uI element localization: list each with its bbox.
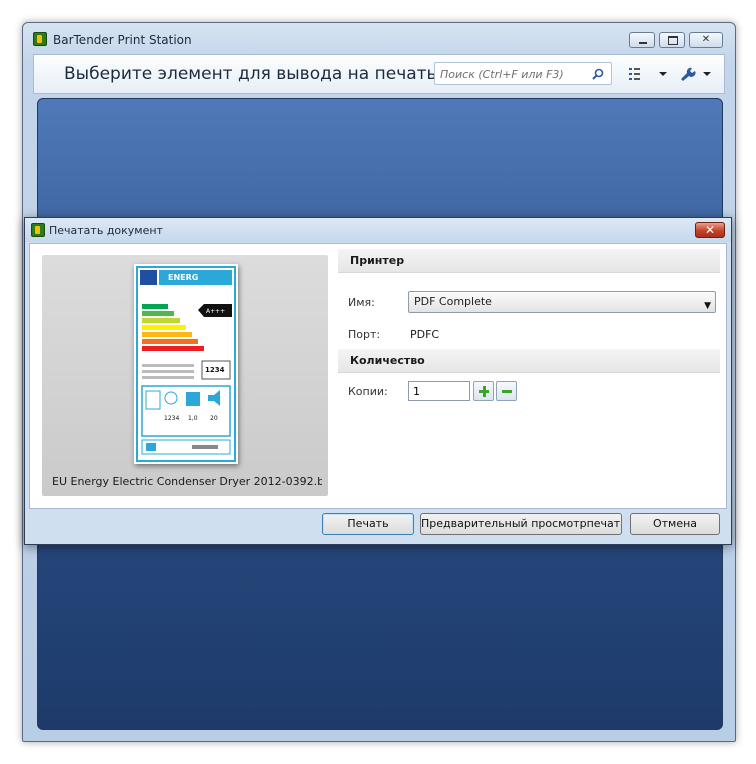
printer-section-header: Принтер <box>338 249 720 273</box>
label-rating-text: A+++ <box>206 308 225 315</box>
printer-select-value: PDF Complete <box>414 295 492 308</box>
chevron-down-icon[interactable] <box>698 66 718 82</box>
label-number-text: 1234 <box>205 366 225 374</box>
dialog-body: ENERG A+++ 1234 1234 1,0 20 EU Energy El… <box>29 243 727 509</box>
label-energ-text: ENERG <box>168 273 198 282</box>
toolbar: Выберите элемент для вывода на печать <box>33 54 725 94</box>
page-title: Выберите элемент для вывода на печать <box>64 64 437 84</box>
wrench-icon[interactable] <box>678 66 698 82</box>
search-input[interactable] <box>438 65 592 84</box>
copies-input[interactable] <box>408 381 470 401</box>
minus-icon <box>502 390 512 393</box>
dialog-close-button[interactable]: ✕ <box>695 222 725 238</box>
window-title: BarTender Print Station <box>53 33 192 47</box>
quantity-section-header: Количество <box>338 349 720 373</box>
label-value-1: 1234 <box>164 415 179 422</box>
label-value-2: 1,0 <box>188 415 198 422</box>
bartender-app-icon <box>33 32 47 46</box>
chevron-down-icon: ▼ <box>704 301 711 311</box>
printer-name-label: Имя: <box>348 296 375 309</box>
label-value-3: 20 <box>210 415 218 422</box>
copies-label: Копии: <box>348 385 388 398</box>
printer-select[interactable]: PDF Complete ▼ <box>408 291 716 313</box>
maximize-button[interactable] <box>659 32 685 48</box>
list-view-icon[interactable] <box>628 66 648 82</box>
print-preview-button[interactable]: Предварительный просмотрпечати <box>420 513 622 535</box>
dialog-titlebar: Печатать документ ✕ <box>25 218 731 242</box>
chevron-down-icon[interactable] <box>654 66 674 82</box>
energy-label-thumbnail: ENERG A+++ 1234 1234 1,0 20 <box>134 264 238 464</box>
document-preview: ENERG A+++ 1234 1234 1,0 20 EU Energy El… <box>42 255 328 496</box>
decrease-copies-button[interactable] <box>496 381 517 401</box>
bartender-app-icon <box>31 223 45 237</box>
print-dialog: Печатать документ ✕ ENERG A+++ 1234 1234… <box>24 217 732 545</box>
document-name: EU Energy Electric Condenser Dryer 2012-… <box>52 475 322 488</box>
print-button[interactable]: Печать <box>322 513 414 535</box>
dialog-title: Печатать документ <box>49 224 163 237</box>
close-button[interactable]: ✕ <box>689 32 723 48</box>
port-label: Порт: <box>348 328 381 341</box>
search-icon[interactable] <box>592 68 604 80</box>
port-value: PDFC <box>410 328 440 341</box>
increase-copies-button[interactable] <box>473 381 494 401</box>
cancel-button[interactable]: Отмена <box>630 513 720 535</box>
minimize-button[interactable] <box>629 32 655 48</box>
main-titlebar: BarTender Print Station ✕ <box>23 23 735 53</box>
search-box[interactable] <box>434 62 612 85</box>
